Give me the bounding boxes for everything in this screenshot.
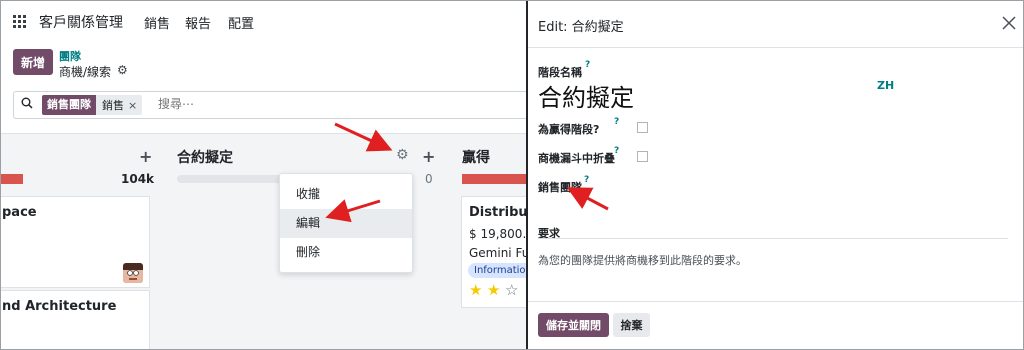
divider <box>528 301 1024 302</box>
divider <box>538 238 1008 239</box>
discard-button[interactable]: 捨棄 <box>613 313 650 337</box>
annotation-arrow-to-sales-team <box>566 187 609 211</box>
requirements-field[interactable]: 為您的團隊提供將商機移到此階段的要求。 <box>538 252 747 268</box>
save-close-button[interactable]: 儲存並關閉 <box>538 313 609 337</box>
annotation-arrows <box>325 122 393 223</box>
annotation-arrow-to-edit <box>325 199 381 223</box>
edit-stage-dialog: Edit: 合約擬定 階段名稱 ? 合約擬定 ZH 為贏得階段? ? 商機漏斗中… <box>526 0 1024 350</box>
crm-app-window: 客戶關係管理 銷售 報告 配置 新增 團隊 商機/線索 ⚙ 銷售團隊 銷售 × … <box>0 0 526 350</box>
annotation-arrow-to-gear <box>334 122 393 152</box>
